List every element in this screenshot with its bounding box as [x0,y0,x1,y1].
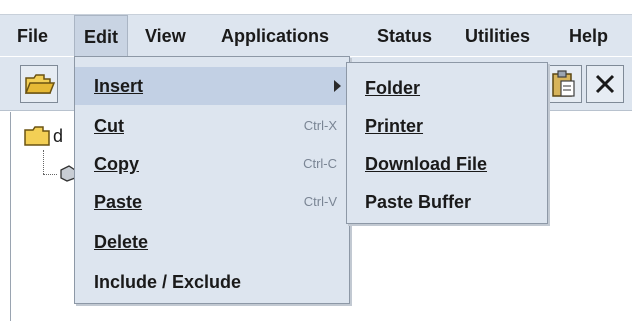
menu-file-label: File [17,26,49,46]
paste-label: Paste [94,192,143,212]
paste-button[interactable] [544,65,582,103]
menu-file[interactable]: File [8,15,57,57]
insert-submenu: Folder Printer Download File Paste Buffe… [346,62,548,224]
menu-applications-label: Applications [221,26,330,46]
paste-buffer-label: Paste Buffer [365,192,472,212]
tree-root-label[interactable]: d [53,126,63,147]
edit-menu-copy[interactable]: Copy Ctrl-C [75,145,349,183]
menu-view[interactable]: View [136,15,195,57]
edit-menu-cut[interactable]: Cut Ctrl-X [75,107,349,145]
menu-status[interactable]: Status [368,15,441,57]
edit-menu-paste[interactable]: Paste Ctrl-V [75,183,349,221]
menu-status-label: Status [377,26,433,46]
menu-applications[interactable]: Applications [212,15,338,57]
submenu-folder[interactable]: Folder [347,69,547,107]
clipboard-icon [552,70,575,97]
tree-connector-horizontal [43,174,57,175]
menu-view-label: View [145,26,186,46]
menu-help-label: Help [569,26,609,46]
close-x-icon [595,74,615,94]
menu-utilities[interactable]: Utilities [456,15,539,57]
folder-label: Folder [365,78,421,98]
menu-utilities-label: Utilities [465,26,531,46]
copy-shortcut: Ctrl-C [303,156,337,171]
copy-label: Copy [94,154,139,174]
menu-bar: File Edit View Applications Status Utili… [0,14,632,57]
include-exclude-label: Include / Exclude [94,272,242,292]
delete-label: Delete [94,232,149,252]
menu-edit-label: Edit [84,27,118,47]
printer-label: Printer [365,116,424,136]
cut-label: Cut [94,116,124,136]
edit-menu-delete[interactable]: Delete [75,223,349,261]
download-file-label: Download File [365,154,488,174]
paste-shortcut: Ctrl-V [303,194,337,209]
submenu-arrow-icon [334,80,341,92]
folder-icon[interactable] [23,124,51,148]
delete-button[interactable] [586,65,624,103]
edit-menu-insert[interactable]: Insert [75,67,349,105]
tree-connector-vertical [43,150,44,174]
insert-label: Insert [94,76,144,96]
submenu-paste-buffer[interactable]: Paste Buffer [347,183,547,221]
edit-menu-dropdown: Insert Cut Ctrl-X Copy Ctrl-C Paste Ctrl… [74,56,350,304]
open-folder-button[interactable] [20,65,58,103]
menu-edit[interactable]: Edit [74,15,128,57]
menu-help[interactable]: Help [560,15,617,57]
submenu-printer[interactable]: Printer [347,107,547,145]
edit-menu-include-exclude[interactable]: Include / Exclude [75,263,349,301]
open-folder-icon [24,74,56,94]
cut-shortcut: Ctrl-X [303,118,337,133]
submenu-download-file[interactable]: Download File [347,145,547,183]
